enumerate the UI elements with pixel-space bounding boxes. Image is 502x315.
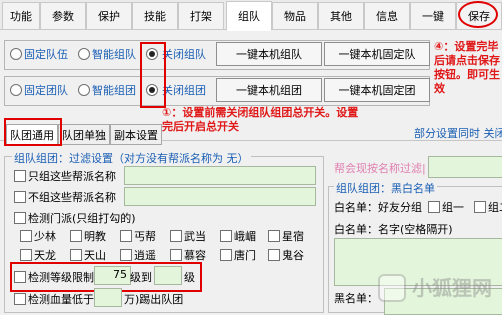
only-guild-label: 只组这些帮派名称: [28, 170, 116, 183]
save-instruction-note: ④：设置完毕后请点击保存按钮。即可生效: [434, 40, 500, 95]
group-two-label: 组二: [488, 201, 502, 214]
sect-checkbox[interactable]: [20, 249, 32, 261]
fox-logo-icon: [378, 274, 406, 302]
radio-fixed-team-label: 固定队伍: [24, 48, 68, 61]
onekey-local-fixed-team-button[interactable]: 一键本机固定队: [324, 42, 430, 66]
radio-smart-team[interactable]: [78, 48, 90, 60]
sect-label: 天龙: [34, 249, 56, 262]
radio-fixed-team[interactable]: [10, 48, 22, 60]
sect-checkbox[interactable]: [170, 230, 182, 242]
sect-checkbox[interactable]: [268, 230, 280, 242]
blood-low-input[interactable]: [94, 288, 122, 307]
partial-settings-link[interactable]: 部分设置同时 关闭: [414, 125, 502, 141]
tab-skills[interactable]: 技能: [132, 2, 178, 30]
sect-label: 唐门: [234, 249, 256, 262]
sect-checkbox[interactable]: [268, 249, 280, 261]
subtab-single[interactable]: 队团单独: [58, 124, 110, 145]
tab-items[interactable]: 物品: [272, 2, 318, 30]
not-guild-checkbox[interactable]: [14, 191, 26, 203]
radio-close-team-label: 关闭组队: [162, 48, 206, 61]
sect-label: 慕容: [184, 249, 206, 262]
check-sect-label: 检测门派(只组打勾的): [28, 212, 136, 225]
group-one-checkbox[interactable]: [428, 201, 440, 213]
radio-smart-group-label: 智能组团: [92, 84, 136, 97]
radio-fixed-group-label: 固定团队: [24, 84, 68, 97]
sect-checkbox[interactable]: [20, 230, 32, 242]
blood-low-checkbox[interactable]: [14, 293, 26, 305]
filter-settings-title: 组队组团：过滤设置（对方没有帮派名称为 无）: [12, 150, 251, 166]
sect-checkbox[interactable]: [220, 249, 232, 261]
sect-checkbox[interactable]: [170, 249, 182, 261]
guild-filter-input[interactable]: [428, 156, 502, 178]
save-highlight-circle: [458, 1, 498, 28]
sect-label: 明教: [84, 230, 106, 243]
onekey-local-group-button[interactable]: 一键本机组团: [216, 78, 322, 102]
radio-fixed-group[interactable]: [10, 84, 22, 96]
guild-filter-hint: 帮会现按名称过滤|: [334, 162, 426, 175]
not-guild-input[interactable]: [124, 187, 316, 206]
subtab-dungeon[interactable]: 副本设置: [110, 124, 162, 145]
sect-label: 武当: [184, 230, 206, 243]
tab-team[interactable]: 组队: [226, 1, 272, 31]
tab-protect[interactable]: 保护: [86, 2, 132, 30]
check-sect-checkbox[interactable]: [14, 212, 26, 224]
sect-checkbox[interactable]: [120, 249, 132, 261]
watermark-text: 小狐狸网: [412, 276, 492, 300]
blood-low-label: 检测血量低于: [28, 293, 94, 306]
black-list-label: 黑名单：: [334, 292, 378, 305]
close-switch-instruction-note: ①：设置前需关闭组队组团总开关。设置完后开启总开关: [162, 106, 359, 133]
sect-checkbox[interactable]: [220, 230, 232, 242]
sect-checkbox[interactable]: [120, 230, 132, 242]
sect-label: 丐帮: [134, 230, 156, 243]
white-name-label: 白名单：名字(空格隔开): [334, 223, 453, 236]
sect-label: 少林: [34, 230, 56, 243]
tab-info[interactable]: 信息: [364, 2, 410, 30]
black-white-list-title: 组队组团：黑白名单: [334, 180, 437, 196]
group-two-checkbox[interactable]: [474, 201, 486, 213]
watermark: 小狐狸网: [378, 262, 502, 313]
radio-smart-team-label: 智能组队: [92, 48, 136, 61]
tab-other[interactable]: 其他: [318, 2, 364, 30]
radio-smart-group[interactable]: [78, 84, 90, 96]
sect-checkbox[interactable]: [70, 230, 82, 242]
sect-label: 星宿: [282, 230, 304, 243]
group-one-label: 组一: [442, 201, 464, 214]
sect-label: 鬼谷: [282, 249, 304, 262]
not-guild-label: 不组这些帮派名称: [28, 191, 116, 204]
close-radios-highlight: [140, 42, 166, 108]
radio-close-group-label: 关闭组团: [162, 84, 206, 97]
tab-fight[interactable]: 打架: [178, 2, 224, 30]
sect-label: 天山: [84, 249, 106, 262]
sect-checkbox[interactable]: [70, 249, 82, 261]
subtab-common-highlight: [4, 118, 62, 146]
tab-onekey[interactable]: 一键: [410, 2, 456, 30]
onekey-local-team-button[interactable]: 一键本机组队: [216, 42, 322, 66]
only-guild-checkbox[interactable]: [14, 170, 26, 182]
sect-label: 逍遥: [134, 249, 156, 262]
white-group-label: 白名单：好友分组: [334, 201, 422, 214]
sect-label: 峨嵋: [234, 230, 256, 243]
only-guild-input[interactable]: [124, 166, 316, 185]
onekey-local-fixed-group-button[interactable]: 一键本机固定团: [324, 78, 430, 102]
blood-low-suffix: 万)踢出队团: [124, 293, 184, 306]
tab-function[interactable]: 功能: [2, 2, 40, 30]
tab-params[interactable]: 参数: [40, 2, 86, 30]
